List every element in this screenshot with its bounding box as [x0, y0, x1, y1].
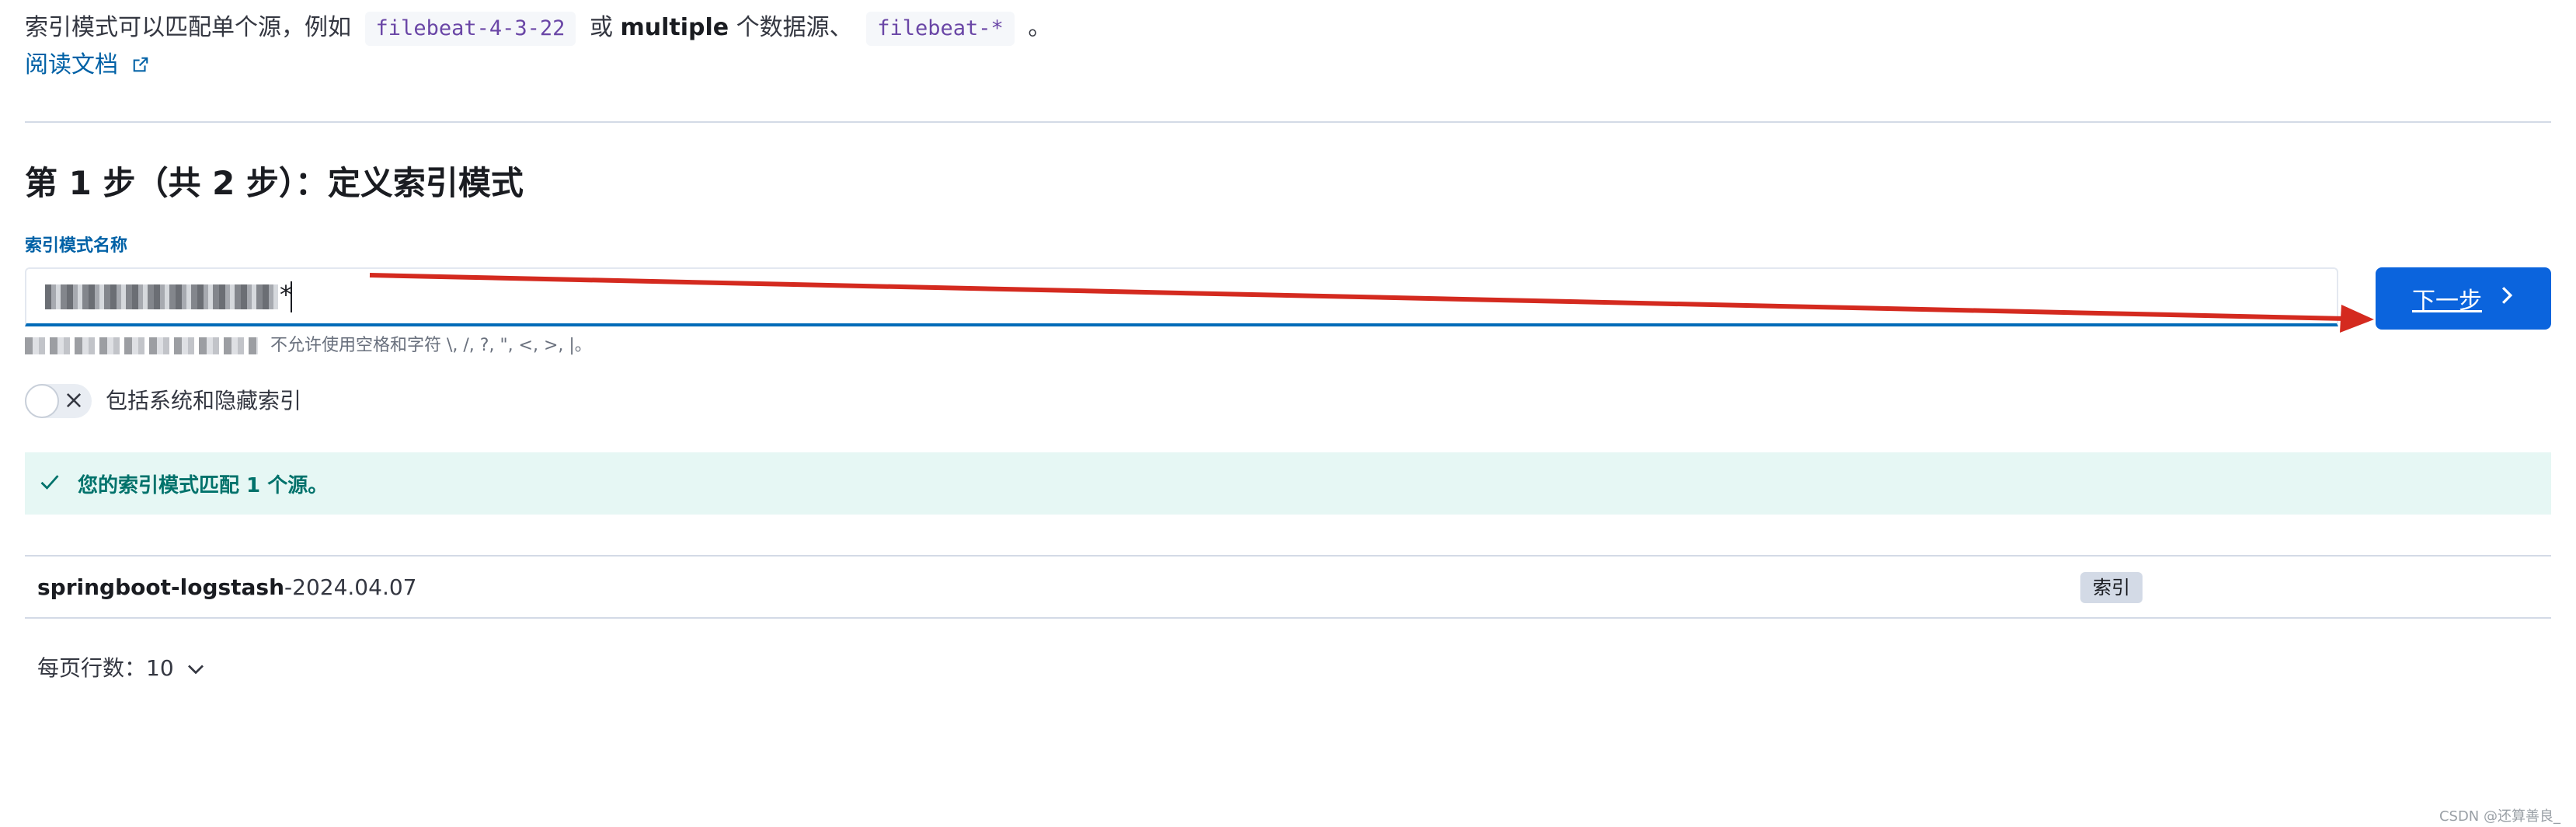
code-example-multiple: filebeat-*	[866, 12, 1015, 46]
rows-per-page-label: 每页行数：10	[37, 655, 174, 681]
intro-bold: multiple	[620, 14, 729, 41]
index-pattern-page: 索引模式可以匹配单个源，例如 filebeat-4-3-22 或 multipl…	[0, 0, 2576, 827]
index-pattern-name-field[interactable]: *	[25, 267, 2338, 326]
source-name: springboot-logstash-2024.04.07	[37, 572, 416, 603]
toggle-knob	[25, 384, 59, 418]
next-step-label: 下一步	[2412, 288, 2482, 314]
watermark: CSDN @还算善良_	[2438, 808, 2560, 825]
blurred-typed-value	[45, 284, 278, 309]
chevron-right-icon	[2499, 285, 2515, 312]
external-link-icon	[132, 49, 149, 83]
match-callout: 您的索引模式匹配 1 个源。	[25, 452, 2551, 515]
intro-prefix: 索引模式可以匹配单个源，例如	[25, 14, 351, 41]
blurred-help-text	[25, 337, 258, 354]
include-hidden-toggle[interactable]	[25, 384, 92, 418]
cross-icon	[64, 390, 84, 414]
include-hidden-label[interactable]: 包括系统和隐藏索引	[106, 386, 301, 417]
callout-text: 您的索引模式匹配 1 个源。	[78, 473, 329, 497]
chevron-down-icon	[186, 653, 205, 684]
read-docs-link[interactable]: 阅读文档	[25, 48, 149, 83]
source-name-match: springboot-logstash	[37, 574, 285, 600]
text-caret	[291, 281, 292, 312]
read-docs-label: 阅读文档	[25, 51, 118, 79]
step-title: 第 1 步（共 2 步）：定义索引模式	[25, 164, 524, 202]
source-type-badge: 索引	[2080, 572, 2143, 603]
intro-middle: 或	[589, 14, 613, 41]
help-text: 不允许使用空格和字符 \, /, ?, ", <, >, |。	[270, 336, 592, 355]
intro-suffix: 个数据源、	[736, 14, 853, 41]
source-name-rest: -2024.04.07	[284, 574, 417, 600]
intro-end: 。	[1028, 14, 1052, 41]
table-row: springboot-logstash-2024.04.07 索引	[25, 555, 2551, 619]
code-example-single: filebeat-4-3-22	[364, 12, 576, 46]
arrow-annotation	[369, 273, 2374, 333]
next-step-button[interactable]: 下一步	[2376, 267, 2551, 330]
rows-per-page-button[interactable]: 每页行数：10	[37, 653, 205, 684]
check-icon	[39, 471, 61, 496]
field-help-text: 不允许使用空格和字符 \, /, ?, ", <, >, |。	[25, 333, 592, 359]
index-pattern-name-label: 索引模式名称	[25, 236, 128, 256]
divider	[25, 121, 2551, 123]
intro-text: 索引模式可以匹配单个源，例如 filebeat-4-3-22 或 multipl…	[25, 9, 1051, 47]
